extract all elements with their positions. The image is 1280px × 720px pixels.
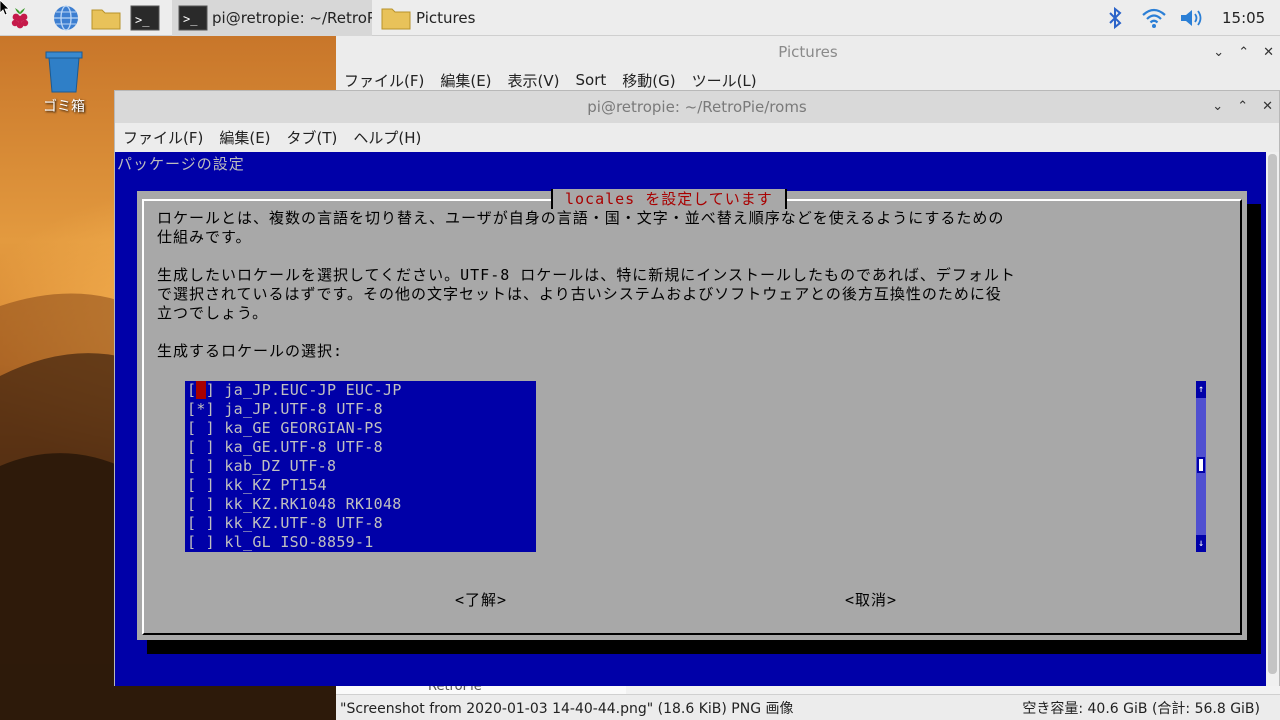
locale-name: ka_GE GEORGIAN-PS	[224, 419, 383, 437]
menu-edit[interactable]: 編集(E)	[440, 70, 491, 91]
taskbar-item-terminal[interactable]: >_ pi@retropie: ~/RetroP...	[172, 0, 372, 36]
terminal-window-controls: ⌄ ⌃ ✕	[1212, 91, 1273, 123]
locale-name: kk_KZ.RK1048 RK1048	[224, 495, 402, 513]
bluetooth-icon[interactable]	[1104, 6, 1126, 30]
menu-tools[interactable]: ツール(L)	[692, 70, 757, 91]
clock[interactable]: 15:05	[1222, 9, 1265, 27]
locale-list-item[interactable]: [ ] ja_JP.EUC-JP EUC-JP	[185, 381, 536, 400]
description-line-4: で選択されているはずです。その他の文字セットは、より古いシステムおよびソフトウェ…	[157, 285, 1002, 303]
selection-cursor	[196, 381, 206, 399]
terminal-screen[interactable]: パッケージの設定 locales を設定しています ロケールとは、複数の言語を切…	[115, 152, 1267, 686]
locale-name: kk_KZ PT154	[224, 476, 327, 494]
taskbar-item-label: pi@retropie: ~/RetroP...	[212, 9, 372, 27]
dialog-title: locales を設定しています	[551, 189, 787, 209]
locale-list-item[interactable]: [ ] ka_GE.UTF-8 UTF-8	[185, 438, 536, 457]
scroll-up-arrow-icon[interactable]: ↑	[1196, 381, 1206, 398]
taskbar-item-pictures[interactable]: Pictures	[374, 0, 574, 36]
status-file-info: "Screenshot from 2020-01-03 14-40-44.png…	[340, 700, 794, 717]
locale-name: kl_GL ISO-8859-1	[224, 533, 374, 551]
terminal-menubar: ファイル(F) 編集(E) タブ(T) ヘルプ(H)	[115, 123, 1279, 151]
menu-edit[interactable]: 編集(E)	[219, 127, 270, 148]
locale-list-item[interactable]: [ ] kk_KZ.UTF-8 UTF-8	[185, 514, 536, 533]
pictures-window-title: Pictures	[336, 36, 1280, 68]
checkbox[interactable]: [ ]	[187, 533, 215, 551]
locale-name: kab_DZ UTF-8	[224, 457, 337, 475]
locale-list-item[interactable]: [ ] kk_KZ PT154	[185, 476, 536, 495]
svg-text:>_: >_	[183, 12, 198, 26]
trash-icon	[45, 51, 83, 93]
locale-list-item[interactable]: [*] ja_JP.UTF-8 UTF-8	[185, 400, 536, 419]
locale-list-item[interactable]: [ ] kl_GL ISO-8859-1	[185, 533, 536, 552]
locale-name: ka_GE.UTF-8 UTF-8	[224, 438, 383, 456]
package-config-title: パッケージの設定	[117, 155, 245, 173]
checkbox[interactable]: [ ]	[187, 419, 215, 437]
dialog-shadow	[147, 640, 1257, 654]
checkbox[interactable]: [ ]	[187, 514, 215, 532]
checkbox[interactable]: [ ]	[187, 438, 215, 456]
web-browser-icon[interactable]	[52, 4, 80, 32]
locale-list-item[interactable]: [ ] kab_DZ UTF-8	[185, 457, 536, 476]
scrollbar-thumb[interactable]	[1197, 457, 1205, 473]
description-line-1: ロケールとは、複数の言語を切り替え、ユーザが自身の言語・国・文字・並べ替え順序な…	[157, 209, 1005, 227]
menu-file[interactable]: ファイル(F)	[123, 127, 203, 148]
maximize-icon[interactable]: ⌃	[1237, 91, 1248, 123]
locale-name: ja_JP.UTF-8 UTF-8	[224, 400, 383, 418]
menu-sort[interactable]: Sort	[576, 71, 607, 89]
trash-label: ゴミ箱	[43, 99, 85, 115]
cancel-button[interactable]: <取消>	[845, 589, 897, 610]
terminal-window: pi@retropie: ~/RetroPie/roms ⌄ ⌃ ✕ ファイル(…	[114, 90, 1280, 686]
terminal-window-title: pi@retropie: ~/RetroPie/roms ⌄ ⌃ ✕	[115, 91, 1279, 123]
volume-icon[interactable]	[1178, 6, 1206, 30]
svg-text:>_: >_	[135, 13, 150, 27]
checkbox[interactable]: [ ]	[187, 457, 215, 475]
terminal-scrollbar-thumb[interactable]	[1268, 154, 1277, 674]
raspberry-menu-icon[interactable]	[6, 4, 34, 32]
locale-prompt: 生成するロケールの選択:	[157, 342, 344, 360]
taskbar: >_ >_ pi@retropie: ~/RetroP... Pictures	[0, 0, 1280, 36]
taskbar-item-label: Pictures	[416, 9, 476, 27]
locale-list-item[interactable]: [ ] ka_GE GEORGIAN-PS	[185, 419, 536, 438]
menu-help[interactable]: ヘルプ(H)	[353, 127, 421, 148]
folder-icon	[381, 8, 411, 30]
scroll-down-arrow-icon[interactable]: ↓	[1196, 535, 1206, 552]
minimize-icon[interactable]: ⌄	[1212, 91, 1223, 123]
menu-file[interactable]: ファイル(F)	[344, 70, 424, 91]
terminal-icon: >_	[178, 5, 208, 31]
terminal-launcher-icon[interactable]: >_	[130, 4, 160, 32]
description-line-5: 立つでしょう。	[157, 304, 269, 322]
trash-desktop-item[interactable]: ゴミ箱	[34, 50, 94, 116]
file-manager-icon[interactable]	[90, 4, 121, 32]
terminal-scrollbar[interactable]	[1266, 152, 1279, 686]
description-line-3: 生成したいロケールを選択してください。UTF-8 ロケールは、特に新規にインスト…	[157, 266, 1016, 284]
checkbox[interactable]: [ ]	[187, 381, 215, 399]
pictures-menubar: ファイル(F) 編集(E) 表示(V) Sort 移動(G) ツール(L)	[336, 68, 1280, 92]
pictures-window-controls: ⌄ ⌃ ✕	[1213, 36, 1274, 68]
checklist-scrollbar[interactable]: ↑ ↓	[1196, 381, 1206, 552]
maximize-icon[interactable]: ⌃	[1238, 45, 1249, 60]
ok-button[interactable]: <了解>	[455, 589, 507, 610]
locale-checklist[interactable]: [ ] ja_JP.EUC-JP EUC-JP [*] ja_JP.UTF-8 …	[185, 381, 536, 552]
locale-name: ja_JP.EUC-JP EUC-JP	[224, 381, 402, 399]
locale-list-item[interactable]: [ ] kk_KZ.RK1048 RK1048	[185, 495, 536, 514]
menu-view[interactable]: 表示(V)	[508, 70, 560, 91]
close-icon[interactable]: ✕	[1262, 91, 1273, 123]
status-free-space: 空き容量: 40.6 GiB (合計: 56.8 GiB)	[1022, 700, 1260, 717]
locale-name: kk_KZ.UTF-8 UTF-8	[224, 514, 383, 532]
menu-go[interactable]: 移動(G)	[622, 70, 675, 91]
close-icon[interactable]: ✕	[1263, 45, 1274, 60]
locales-dialog: locales を設定しています ロケールとは、複数の言語を切り替え、ユーザが自…	[137, 189, 1247, 640]
status-bar: "Screenshot from 2020-01-03 14-40-44.png…	[336, 694, 1280, 720]
dialog-shadow-right	[1247, 204, 1261, 654]
checkbox[interactable]: [ ]	[187, 495, 215, 513]
wifi-icon[interactable]	[1140, 6, 1168, 30]
menu-tabs[interactable]: タブ(T)	[287, 127, 338, 148]
checkbox[interactable]: [*]	[187, 400, 215, 418]
description-line-2: 仕組みです。	[157, 228, 252, 246]
terminal-title-text: pi@retropie: ~/RetroPie/roms	[587, 98, 807, 116]
minimize-icon[interactable]: ⌄	[1213, 45, 1224, 60]
checkbox[interactable]: [ ]	[187, 476, 215, 494]
